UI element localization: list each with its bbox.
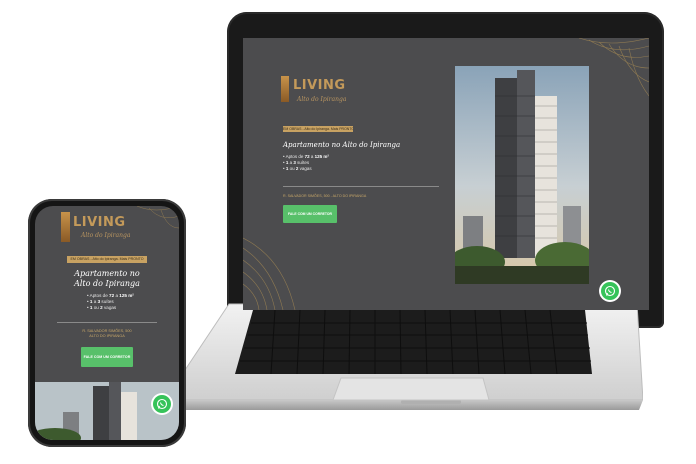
logo-wordmark: LIVING xyxy=(293,78,346,93)
address-text: R. SALVADOR SIMÕES, 500 - ALTO DO IPIRAN… xyxy=(283,194,367,198)
building-photo xyxy=(455,66,589,284)
whatsapp-icon xyxy=(604,285,616,297)
logo-wordmark-mobile: LIVING xyxy=(73,215,126,230)
phone-screen: LIVING Alto do Ipiranga EM OBRAS - Alto … xyxy=(35,206,179,440)
launch-tag: EM OBRAS - Alto do Ipiranga. Mais PRONTO xyxy=(283,126,353,132)
feature-parking: • 1 ou 2 vagas xyxy=(283,166,312,171)
contact-broker-button[interactable]: FALE COM UM CORRETOR xyxy=(283,205,337,223)
laptop-screen: LIVING Alto do Ipiranga EM OBRAS - Alto … xyxy=(243,38,649,310)
feature-parking-mobile: • 1 ou 2 vagas xyxy=(87,305,117,310)
divider-mobile xyxy=(57,322,157,323)
whatsapp-button-mobile[interactable] xyxy=(153,395,171,413)
whatsapp-button[interactable] xyxy=(601,282,619,300)
features-list: • Aptos de 72 a 125 m² • 1 a 3 suítes • … xyxy=(283,154,329,172)
page-headline: Apartamento no Alto do Ipiranga xyxy=(283,141,401,149)
features-list-mobile: • Aptos de 72 a 125 m² • 1 a 3 suítes • … xyxy=(87,293,134,311)
launch-tag-mobile: EM OBRAS - Alto do Ipiranga. Mais PRONTO xyxy=(67,256,147,263)
decorative-lines-bottom-left xyxy=(243,237,296,310)
contact-broker-button-mobile[interactable]: FALE COM UM CORRETOR xyxy=(81,347,133,367)
laptop-base xyxy=(165,303,643,410)
logo-mark-mobile xyxy=(61,212,70,242)
decorative-lines-phone xyxy=(136,206,179,229)
page-headline-mobile: Apartamento no Alto do Ipiranga xyxy=(74,269,140,288)
logo-tagline: Alto do Ipiranga xyxy=(297,96,347,103)
divider xyxy=(283,186,439,187)
logo-tagline-mobile: Alto do Ipiranga xyxy=(81,232,131,239)
logo-mark xyxy=(281,76,289,102)
address-text-mobile: R. SALVADOR SIMÕES, 500 ALTO DO IPIRANGA xyxy=(82,329,132,338)
whatsapp-icon xyxy=(156,398,168,410)
